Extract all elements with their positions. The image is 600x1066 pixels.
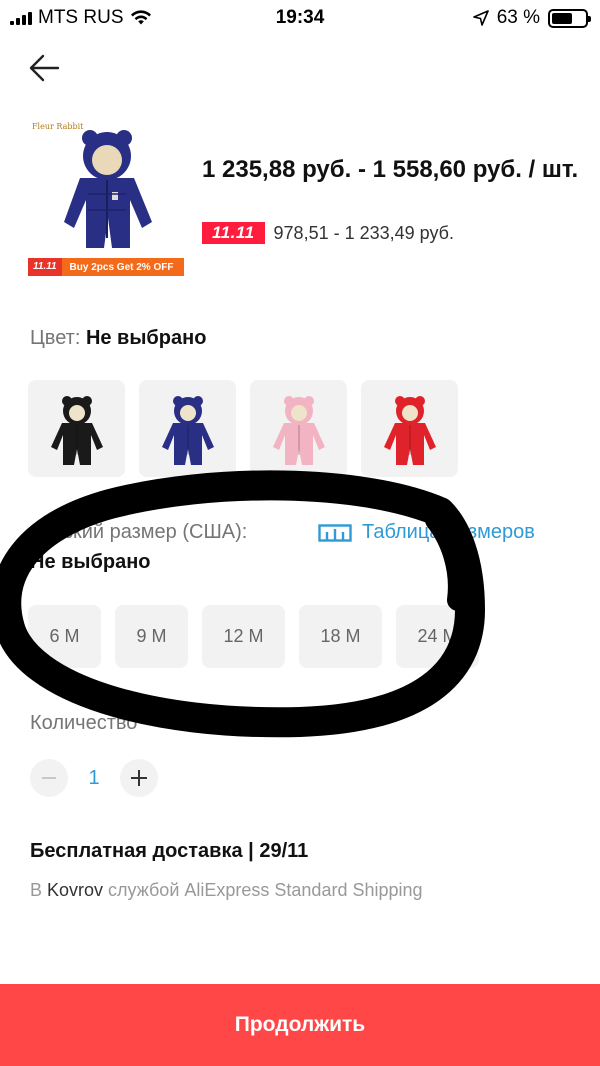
- color-swatch-pink[interactable]: [250, 380, 347, 477]
- product-image[interactable]: Fleur Rabbit 11.11 Buy 2pcs Get 2% OFF: [28, 118, 184, 276]
- status-right: 63 %: [472, 7, 591, 29]
- minus-icon: [42, 777, 56, 779]
- color-label: Цвет:: [30, 327, 81, 349]
- delivery-prefix: В: [30, 880, 48, 900]
- promo-banner: 11.11 Buy 2pcs Get 2% OFF: [28, 258, 184, 276]
- increment-button[interactable]: [120, 759, 158, 797]
- snowsuit-icon: [50, 395, 103, 465]
- decrement-button[interactable]: [30, 759, 68, 797]
- size-option-24m[interactable]: 24 M: [396, 605, 479, 668]
- color-swatch-navy[interactable]: [139, 380, 236, 477]
- color-swatch-red[interactable]: [361, 380, 458, 477]
- brand-logo: Fleur Rabbit: [32, 122, 84, 131]
- delivery-details: В Kovrov службой AliExpress Standard Shi…: [30, 880, 423, 901]
- promo-tag: 11.11: [28, 258, 62, 276]
- delivery-title: Бесплатная доставка | 29/11: [30, 840, 309, 862]
- promo-text: Buy 2pcs Get 2% OFF: [69, 261, 174, 273]
- size-option-6m[interactable]: 6 M: [28, 605, 101, 668]
- size-value: Не выбрано: [30, 551, 151, 573]
- battery-icon: [548, 8, 591, 28]
- size-options: 6 M 9 M 12 M 18 M 24 M: [28, 605, 479, 668]
- size-chart-link[interactable]: Таблица размеров: [318, 521, 535, 544]
- size-label: Детский размер (США):: [30, 521, 248, 543]
- color-selector-label: Цвет: Не выбрано: [30, 327, 206, 350]
- quantity-value: 1: [88, 766, 100, 789]
- size-option-18m[interactable]: 18 M: [299, 605, 382, 668]
- size-option-9m[interactable]: 9 M: [115, 605, 188, 668]
- sale-price-row: 11.11 978,51 - 1 233,49 руб.: [202, 222, 454, 244]
- color-swatch-black[interactable]: [28, 380, 125, 477]
- continue-button[interactable]: Продолжить: [0, 984, 600, 1066]
- delivery-method: службой AliExpress Standard Shipping: [103, 880, 423, 900]
- status-bar: MTS RUS 19:34 63 %: [0, 0, 600, 36]
- delivery-city[interactable]: Kovrov: [47, 880, 103, 900]
- color-value: Не выбрано: [85, 327, 207, 349]
- quantity-label: Количество: [30, 712, 138, 734]
- sale-price: 978,51 - 1 233,49 руб.: [273, 222, 454, 243]
- sale-badge: 11.11: [202, 222, 265, 244]
- battery-percent: 63 %: [496, 7, 540, 28]
- price-range: 1 235,88 руб. - 1 558,60 руб. / шт.: [202, 156, 579, 183]
- size-option-12m[interactable]: 12 M: [202, 605, 285, 668]
- quantity-stepper: 1: [30, 759, 158, 797]
- plus-icon: [131, 770, 147, 786]
- snowsuit-icon: [383, 395, 436, 465]
- snowsuit-icon: [161, 395, 214, 465]
- snowsuit-icon: [272, 395, 325, 465]
- back-arrow-icon[interactable]: [26, 50, 66, 86]
- location-arrow-icon: [472, 10, 489, 26]
- ruler-icon: [318, 523, 352, 542]
- snowsuit-navy-illustration: [64, 130, 152, 248]
- size-chart-label: Таблица размеров: [362, 521, 535, 543]
- color-swatches: [28, 380, 458, 477]
- battery-fill: [552, 12, 573, 24]
